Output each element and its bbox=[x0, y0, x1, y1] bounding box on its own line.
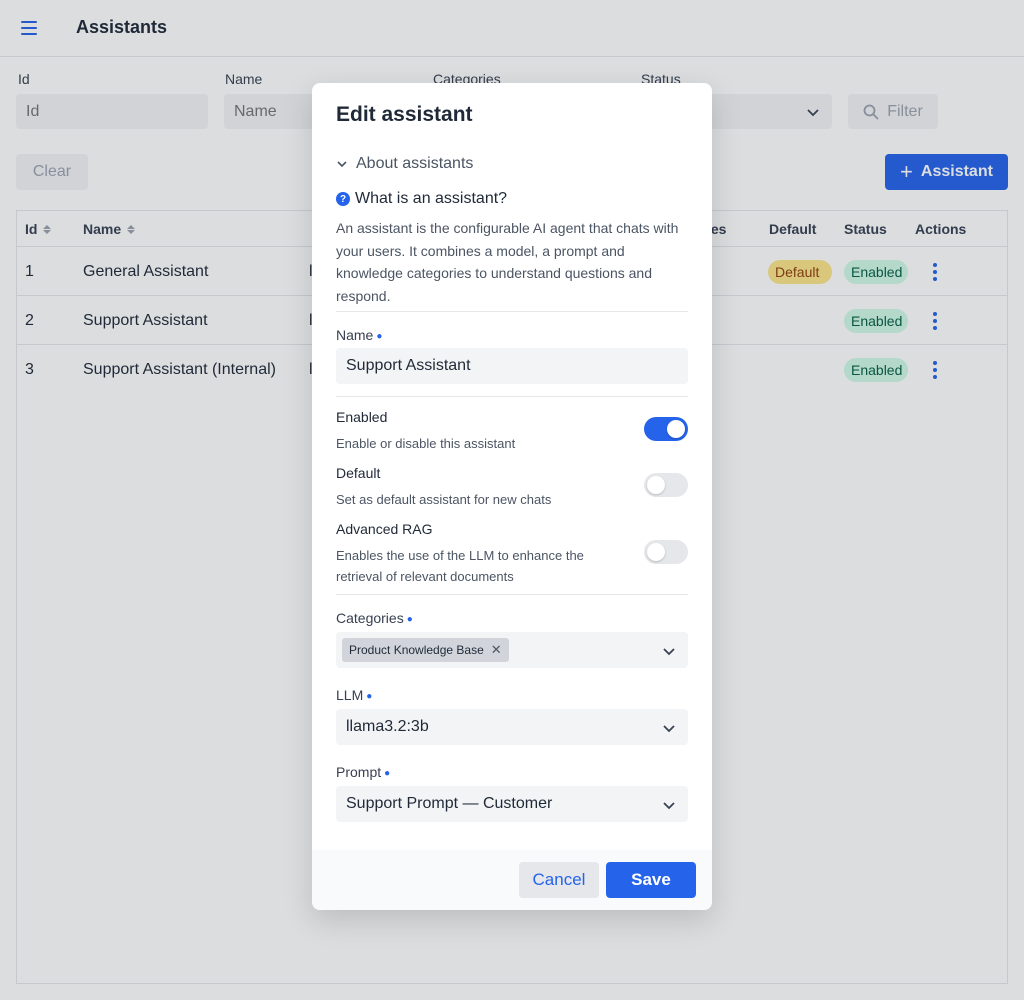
advanced-rag-description: Enables the use of the LLM to enhance th… bbox=[336, 548, 584, 584]
about-heading: ? What is an assistant? bbox=[336, 190, 507, 208]
category-chip: Product Knowledge Base ✕ bbox=[342, 638, 509, 662]
info-icon: ? bbox=[336, 192, 350, 206]
chevron-down-icon bbox=[663, 725, 675, 733]
categories-label: Categories ● bbox=[336, 610, 413, 626]
about-heading-text: What is an assistant? bbox=[355, 190, 508, 207]
default-description: Set as default assistant for new chats bbox=[336, 492, 552, 507]
advanced-rag-label: Advanced RAG bbox=[336, 521, 433, 537]
enabled-toggle[interactable] bbox=[644, 417, 688, 441]
prompt-label: Prompt ● bbox=[336, 764, 391, 780]
categories-select[interactable]: Product Knowledge Base ✕ bbox=[336, 632, 688, 668]
edit-assistant-dialog: Edit assistant About assistants ? What i… bbox=[312, 83, 712, 910]
about-description: An assistant is the configurable AI agen… bbox=[336, 220, 679, 304]
name-field-label: Name ● bbox=[336, 327, 383, 343]
category-chip-label: Product Knowledge Base bbox=[349, 643, 484, 657]
default-toggle[interactable] bbox=[644, 473, 688, 497]
enabled-description: Enable or disable this assistant bbox=[336, 436, 516, 451]
llm-value: llama3.2:3b bbox=[346, 718, 429, 735]
save-button[interactable]: Save bbox=[606, 862, 696, 898]
remove-chip-icon[interactable]: ✕ bbox=[491, 642, 502, 658]
prompt-select[interactable]: Support Prompt — Customer bbox=[336, 786, 688, 822]
default-label: Default bbox=[336, 465, 381, 481]
name-field[interactable] bbox=[336, 348, 688, 384]
chevron-down-icon bbox=[337, 161, 347, 168]
enabled-label: Enabled bbox=[336, 409, 388, 425]
chevron-down-icon bbox=[663, 648, 675, 656]
llm-select[interactable]: llama3.2:3b bbox=[336, 709, 688, 745]
cancel-button[interactable]: Cancel bbox=[519, 862, 599, 898]
advanced-rag-toggle[interactable] bbox=[644, 540, 688, 564]
llm-label: LLM ● bbox=[336, 687, 373, 703]
chevron-down-icon bbox=[663, 802, 675, 810]
about-assistants-toggle[interactable]: About assistants bbox=[336, 155, 473, 173]
dialog-title: Edit assistant bbox=[336, 103, 473, 126]
about-assistants-label: About assistants bbox=[356, 155, 474, 172]
prompt-value: Support Prompt — Customer bbox=[346, 795, 553, 812]
dialog-footer: Cancel Save bbox=[312, 850, 712, 910]
